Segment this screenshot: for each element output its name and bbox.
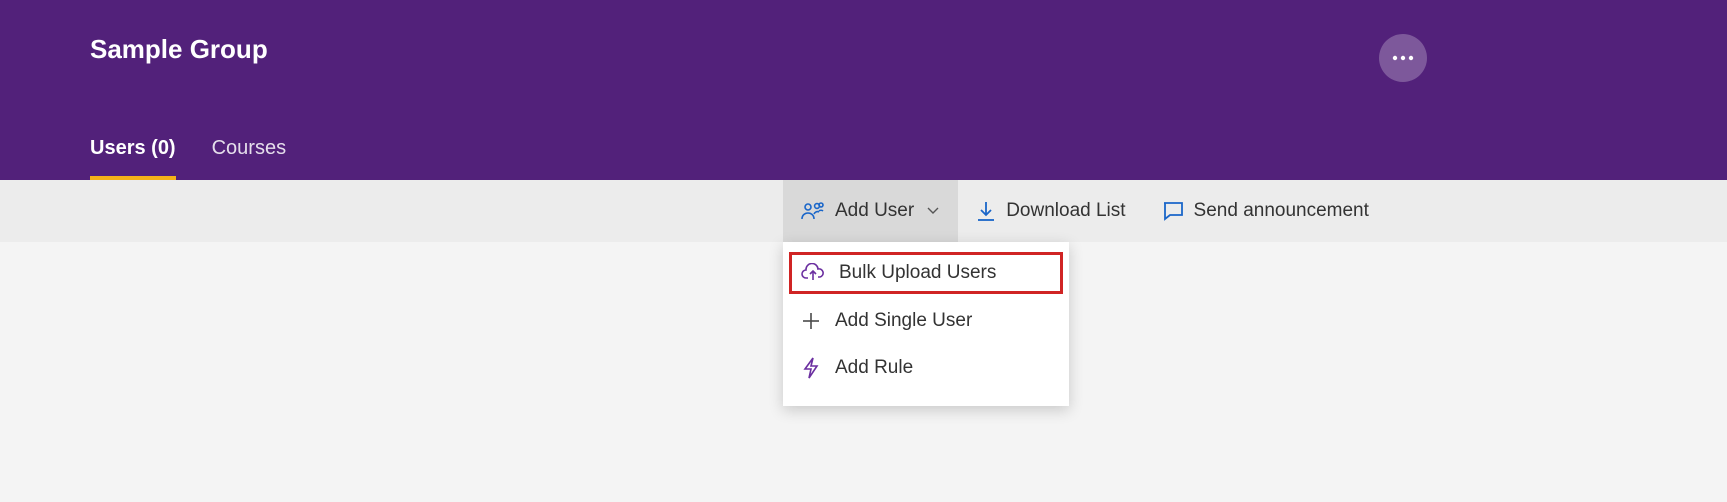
cloud-upload-icon (801, 263, 825, 283)
comment-icon (1162, 201, 1184, 221)
bulk-upload-users-label: Bulk Upload Users (839, 262, 996, 284)
download-list-button[interactable]: Download List (958, 180, 1143, 242)
add-single-user-label: Add Single User (835, 310, 972, 332)
download-icon (976, 200, 996, 222)
add-user-label: Add User (835, 200, 914, 222)
add-user-button[interactable]: Add User (783, 180, 958, 242)
send-announcement-label: Send announcement (1194, 200, 1369, 222)
people-icon (801, 201, 825, 221)
ellipsis-icon (1392, 55, 1414, 61)
download-list-label: Download List (1006, 200, 1125, 222)
add-rule-item[interactable]: Add Rule (783, 344, 1069, 392)
add-rule-label: Add Rule (835, 357, 913, 379)
tab-courses[interactable]: Courses (212, 137, 286, 180)
more-options-button[interactable] (1379, 34, 1427, 82)
tab-bar: Users (0) Courses (90, 137, 286, 180)
add-single-user-item[interactable]: Add Single User (783, 298, 1069, 344)
plus-icon (801, 311, 821, 331)
send-announcement-button[interactable]: Send announcement (1144, 180, 1387, 242)
tab-users[interactable]: Users (0) (90, 137, 176, 180)
bulk-upload-users-item[interactable]: Bulk Upload Users (789, 252, 1063, 294)
page-header: Sample Group Users (0) Courses (0, 0, 1727, 180)
toolbar: Add User Download List Send announcement (0, 180, 1727, 242)
lightning-icon (801, 356, 821, 380)
add-user-dropdown: Bulk Upload Users Add Single User Add Ru… (783, 242, 1069, 406)
chevron-down-icon (926, 206, 940, 216)
